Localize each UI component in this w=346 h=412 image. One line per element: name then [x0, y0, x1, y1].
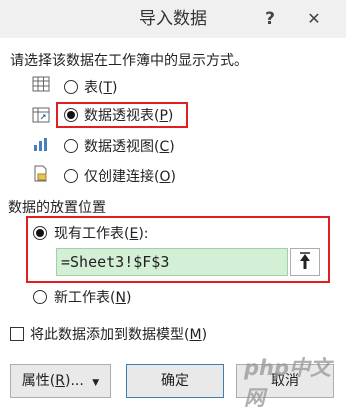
- data-model-text: 将此数据添加到数据模型(: [30, 327, 190, 343]
- help-button[interactable]: ?: [258, 6, 282, 32]
- option-connection-only-tail: ): [170, 169, 176, 185]
- data-model-key: M: [189, 327, 202, 343]
- properties-button[interactable]: 属性(R)... ▼: [10, 364, 111, 398]
- radio-pivot-chart[interactable]: [64, 139, 78, 153]
- dialog-title: 导入数据: [139, 9, 207, 29]
- option-table-text: 表(: [84, 80, 104, 96]
- data-model-checkbox[interactable]: [10, 327, 24, 341]
- existing-sheet-tail: ):: [138, 226, 149, 242]
- radio-new-sheet[interactable]: [33, 290, 47, 304]
- existing-sheet-text: 现有工作表(: [54, 226, 130, 242]
- radio-pivot-table[interactable]: [64, 108, 78, 122]
- collapse-dialog-button[interactable]: [290, 248, 320, 276]
- option-table-tail: ): [112, 80, 118, 96]
- radio-table[interactable]: [64, 80, 78, 94]
- display-prompt: 请选择该数据在工作簿中的显示方式。: [10, 53, 248, 69]
- existing-sheet-label[interactable]: 现有工作表(E):: [54, 223, 149, 243]
- new-sheet-tail: ): [125, 290, 132, 306]
- ok-button[interactable]: 确定: [126, 364, 224, 398]
- properties-key: R: [55, 373, 65, 389]
- watermark: php中文网: [244, 356, 332, 410]
- radio-existing-sheet[interactable]: [33, 226, 47, 240]
- option-pivot-chart-text: 数据透视图(: [84, 139, 160, 155]
- option-connection-only-text: 仅创建连接(: [84, 169, 160, 185]
- data-model-label[interactable]: 将此数据添加到数据模型(M): [30, 324, 207, 344]
- new-sheet-key: N: [115, 290, 126, 306]
- properties-text: 属性(: [21, 373, 56, 389]
- option-pivot-table-tail: ): [167, 108, 174, 124]
- radio-connection-only[interactable]: [64, 169, 78, 183]
- option-table-label[interactable]: 表(T): [84, 77, 118, 97]
- pivot-table-icon: [32, 107, 50, 123]
- connection-only-icon: [32, 165, 50, 183]
- new-sheet-label[interactable]: 新工作表(N): [54, 287, 131, 307]
- option-pivot-table-key: P: [159, 108, 168, 124]
- option-pivot-table-text: 数据透视表(: [84, 108, 160, 124]
- option-table-key: T: [103, 80, 113, 96]
- option-pivot-chart-tail: ): [169, 139, 175, 155]
- existing-sheet-key: E: [129, 226, 139, 242]
- table-icon: [32, 76, 50, 92]
- option-connection-only-key: O: [159, 169, 171, 185]
- collapse-arrow-icon: [300, 252, 310, 269]
- option-pivot-table-label[interactable]: 数据透视表(P): [84, 105, 173, 125]
- new-sheet-text: 新工作表(: [54, 290, 116, 306]
- placement-heading: 数据的放置位置: [8, 200, 106, 216]
- option-connection-only-label[interactable]: 仅创建连接(O): [84, 166, 176, 186]
- option-pivot-chart-label[interactable]: 数据透视图(C): [84, 136, 175, 156]
- close-button[interactable]: ✕: [300, 6, 328, 32]
- option-pivot-chart-key: C: [159, 139, 170, 155]
- cell-reference-input[interactable]: =Sheet3!$F$3: [56, 248, 288, 276]
- pivot-chart-icon: [32, 136, 50, 152]
- properties-tail: )...: [65, 373, 84, 389]
- data-model-tail: ): [201, 327, 208, 343]
- dropdown-arrow-icon: ▼: [92, 378, 100, 388]
